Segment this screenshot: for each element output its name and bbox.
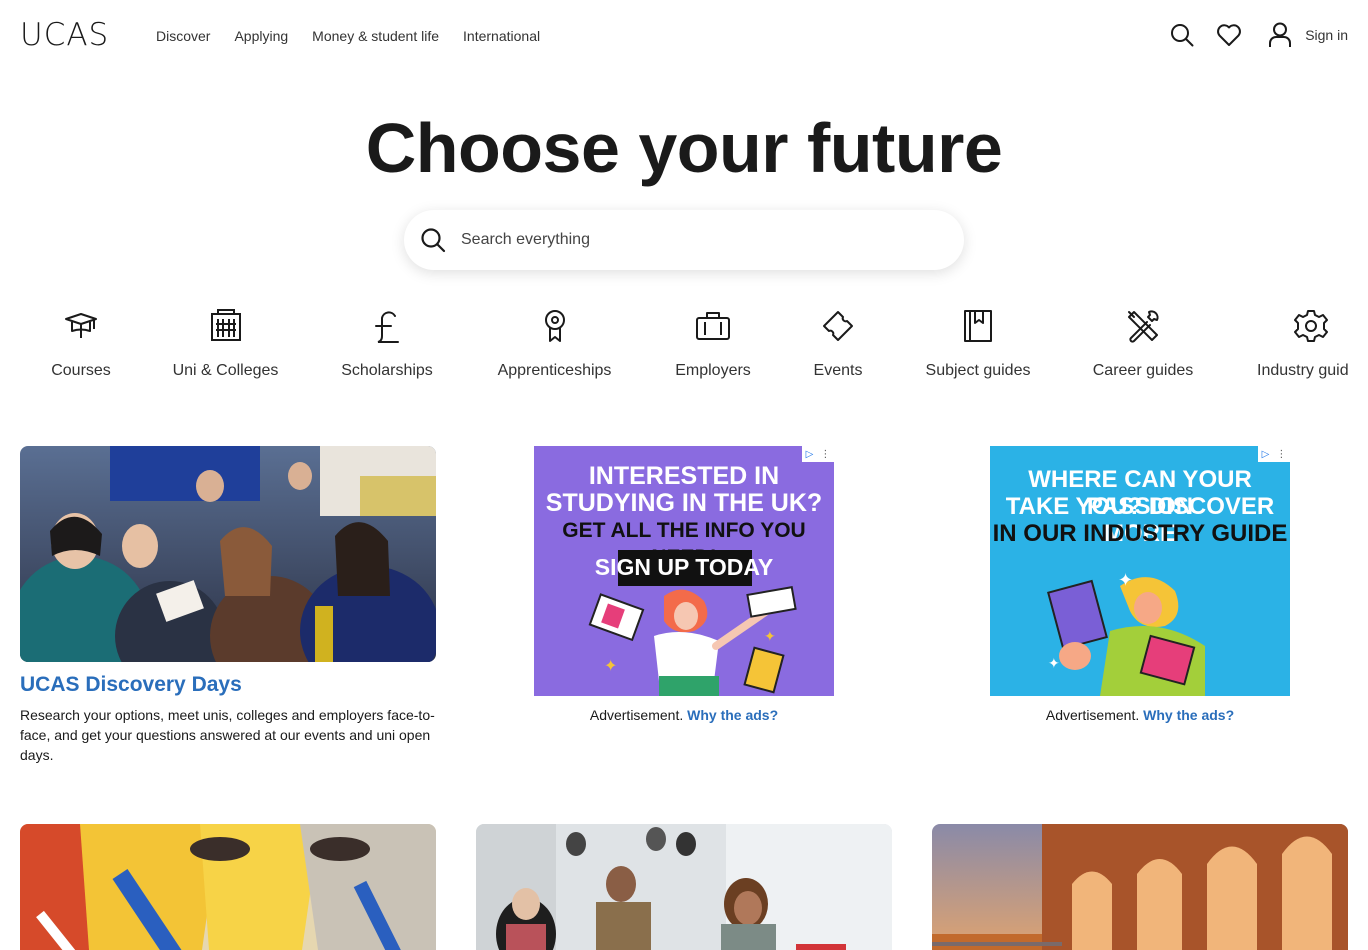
search-icon[interactable] xyxy=(420,227,446,253)
ad-caption-2: Advertisement. Why the ads? xyxy=(1045,707,1235,723)
header-actions: Sign in xyxy=(1167,20,1348,50)
main-nav: Discover Applying Money & student life I… xyxy=(156,27,540,45)
search-bar xyxy=(404,210,964,270)
award-rosette-icon xyxy=(535,306,575,346)
adchoices-icon[interactable]: ▷ ⋮ xyxy=(1258,446,1290,462)
briefcase-icon xyxy=(693,306,733,346)
category-apprenticeships[interactable]: Apprenticeships xyxy=(497,306,612,380)
category-subject-guides[interactable]: Subject guides xyxy=(926,306,1030,380)
svg-text:✦: ✦ xyxy=(1048,655,1060,671)
ad-caption-1: Advertisement. Why the ads? xyxy=(589,707,779,723)
ad-line-1: INTERESTED IN xyxy=(588,462,780,490)
ticket-icon xyxy=(818,306,858,346)
category-events[interactable]: Events xyxy=(814,306,862,380)
adchoices-icon[interactable]: ▷ ⋮ xyxy=(802,446,834,462)
ucas-logo[interactable]: UCAS xyxy=(20,17,109,53)
site-header: UCAS Discover Applying Money & student l… xyxy=(0,0,1368,72)
svg-text:✦: ✦ xyxy=(764,628,776,644)
ad-illustration: ✦ ✦ xyxy=(588,586,797,696)
page-title: Choose your future xyxy=(365,109,1003,187)
pound-icon xyxy=(367,306,407,346)
nav-discover[interactable]: Discover xyxy=(156,27,210,45)
category-bar: Courses Uni & Colleges Scholarships Appr… xyxy=(0,306,1368,386)
students-card-image[interactable] xyxy=(476,824,892,950)
ad-cta: SIGN UP TODAY xyxy=(594,554,774,580)
nav-applying[interactable]: Applying xyxy=(234,27,288,45)
building-icon xyxy=(206,306,246,346)
user-icon[interactable] xyxy=(1265,20,1295,50)
ad-illustration: ✦ ✦ xyxy=(1047,570,1205,696)
painting-card-image[interactable] xyxy=(20,824,436,950)
discovery-days-description: Research your options, meet unis, colleg… xyxy=(20,707,435,763)
tools-icon xyxy=(1123,306,1163,346)
ad-line-2: STUDYING IN THE UK? xyxy=(545,489,823,517)
ad-line-3: IN OUR INDUSTRY GUIDE xyxy=(992,520,1288,547)
why-the-ads-link[interactable]: Why the ads? xyxy=(1143,707,1234,723)
category-employers[interactable]: Employers xyxy=(675,306,751,380)
svg-text:✦: ✦ xyxy=(1118,570,1133,590)
heart-icon[interactable] xyxy=(1214,20,1244,50)
sign-in-link[interactable]: Sign in xyxy=(1305,27,1348,43)
advertisement-study-uk[interactable]: ▷ ⋮ INTERESTED IN STUDYING IN THE UK? GET… xyxy=(534,446,834,696)
category-industry-guides[interactable]: Industry guid xyxy=(1257,306,1349,380)
why-the-ads-link[interactable]: Why the ads? xyxy=(687,707,778,723)
nav-money-student-life[interactable]: Money & student life xyxy=(312,27,439,45)
discovery-days-title[interactable]: UCAS Discovery Days xyxy=(20,673,242,697)
advertisement-industry-guide[interactable]: ▷ ⋮ WHERE CAN YOUR PASSION TAKE YOU? DISC… xyxy=(990,446,1290,696)
svg-text:✦: ✦ xyxy=(604,658,617,675)
gear-icon xyxy=(1291,306,1331,346)
discovery-days-image[interactable] xyxy=(20,446,436,662)
nav-international[interactable]: International xyxy=(463,27,540,45)
category-courses[interactable]: Courses xyxy=(51,306,111,380)
graduation-cap-icon xyxy=(61,306,101,346)
category-uni-colleges[interactable]: Uni & Colleges xyxy=(173,306,278,380)
category-scholarships[interactable]: Scholarships xyxy=(341,306,433,380)
search-input[interactable] xyxy=(461,231,921,249)
category-career-guides[interactable]: Career guides xyxy=(1093,306,1193,380)
viaduct-card-image[interactable] xyxy=(932,824,1348,950)
bookmark-book-icon xyxy=(958,306,998,346)
search-icon[interactable] xyxy=(1167,20,1197,50)
